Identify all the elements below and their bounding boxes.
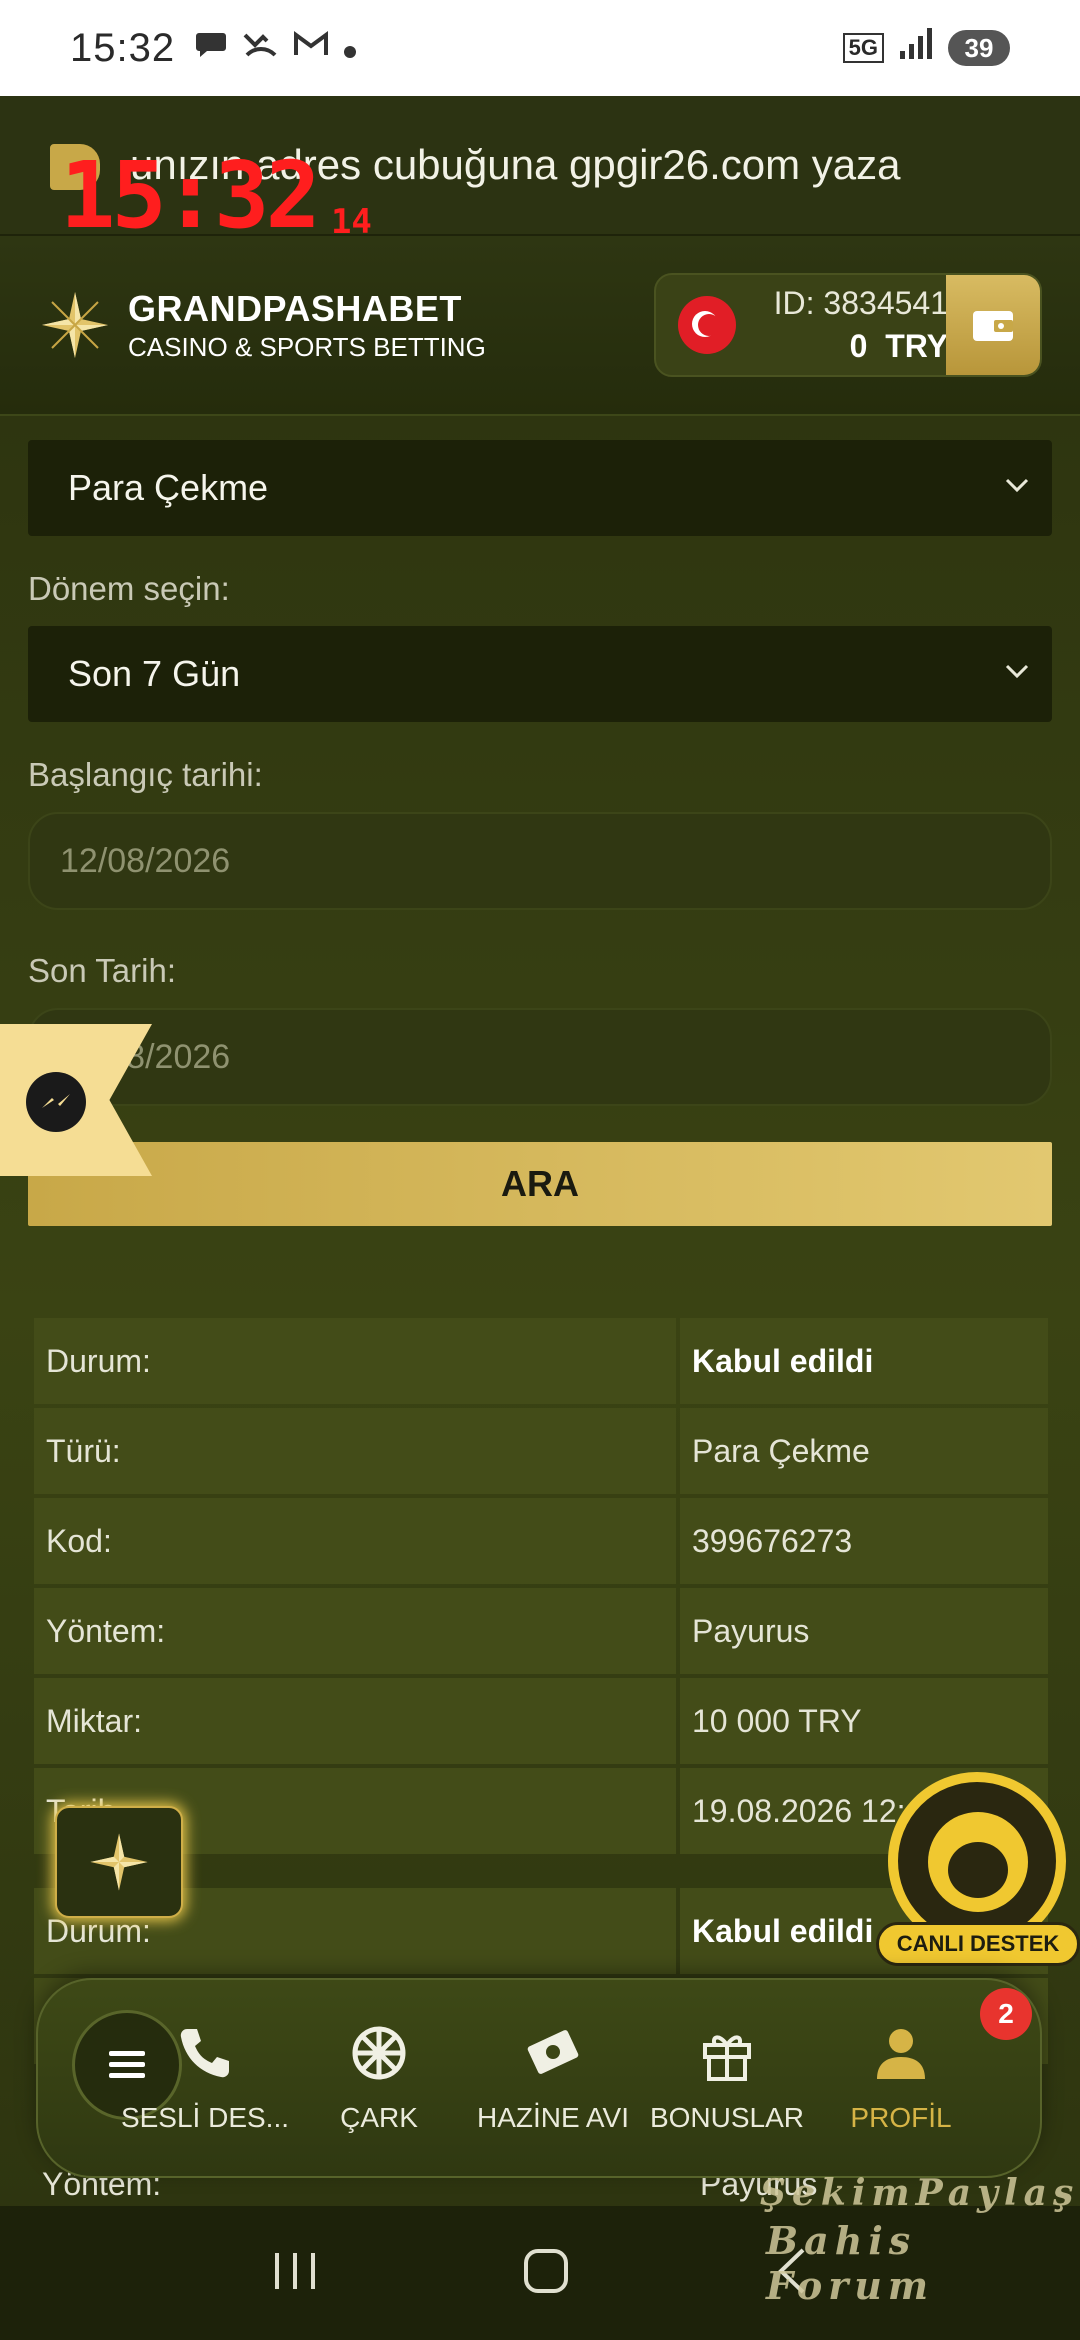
nav-treasure-hunt[interactable]: HAZİNE AVI xyxy=(468,2010,638,2134)
row-key: Miktar: xyxy=(34,1678,676,1764)
chat-icon xyxy=(195,29,229,68)
row-key: Yöntem: xyxy=(34,1588,676,1674)
app-header: GRANDPASHABET CASINO & SPORTS BETTING ID… xyxy=(0,236,1080,416)
end-date-input[interactable]: 19/08/2026 xyxy=(28,1008,1052,1106)
account-id: ID: 3834541 xyxy=(773,285,948,321)
row-value: 399676273 xyxy=(680,1498,1048,1584)
start-date-placeholder: 12/08/2026 xyxy=(60,841,231,880)
live-support-button[interactable]: CANLI DESTEK xyxy=(876,1772,1080,1976)
table-row: Durum: Kabul edildi xyxy=(34,1318,1048,1404)
nav-profile[interactable]: PROFİL xyxy=(816,2010,986,2134)
missed-call-icon xyxy=(243,29,279,68)
recent-apps-icon[interactable] xyxy=(271,2249,319,2298)
transaction-type-value: Para Çekme xyxy=(68,467,269,508)
star-logo-icon xyxy=(90,1833,148,1891)
brand-name: GRANDPASHABET xyxy=(128,287,462,329)
table-row: Kod: 399676273 xyxy=(34,1498,1048,1584)
brand-logo[interactable]: GRANDPASHABET CASINO & SPORTS BETTING xyxy=(38,288,486,363)
row-key: Türü: xyxy=(34,1408,676,1494)
chevron-down-icon xyxy=(1005,664,1029,679)
wheel-icon xyxy=(352,2026,406,2080)
row-value: 10 000 TRY xyxy=(680,1678,1048,1764)
gmail-icon xyxy=(293,29,329,68)
start-date-input[interactable]: 12/08/2026 xyxy=(28,812,1052,910)
row-value: Para Çekme xyxy=(680,1408,1048,1494)
gift-icon xyxy=(703,2035,751,2081)
overlay-clock-time: 15:32 xyxy=(60,142,321,249)
nav-label: SESLİ DES... xyxy=(120,2102,290,2133)
period-select[interactable]: Son 7 Gün xyxy=(28,626,1052,722)
period-value: Son 7 Gün xyxy=(68,653,241,694)
battery-indicator: 39 xyxy=(948,30,1010,66)
transaction-type-select[interactable]: Para Çekme xyxy=(28,440,1052,536)
phone-icon xyxy=(180,2029,229,2078)
turkey-flag-icon xyxy=(678,296,736,354)
user-icon xyxy=(877,2029,925,2079)
notification-icons xyxy=(195,29,357,68)
chevron-down-icon xyxy=(1005,478,1029,493)
row-key: Durum: xyxy=(34,1318,676,1404)
headset-agent-icon xyxy=(928,1812,1028,1912)
row-value: Payurus xyxy=(680,1588,1048,1674)
account-balance-panel[interactable]: ID: 3834541 0 TRY xyxy=(654,273,1042,377)
star-logo-icon xyxy=(42,292,108,358)
end-date-label: Son Tarih: xyxy=(28,952,176,989)
table-row: Türü: Para Çekme xyxy=(34,1408,1048,1494)
table-row: Miktar: 10 000 TRY xyxy=(34,1678,1048,1764)
watermark-line1: ŞekimPaylaş xyxy=(760,2172,1080,2214)
nav-wheel[interactable]: ÇARK xyxy=(294,2010,464,2134)
start-date-label: Başlangıç tarihi: xyxy=(28,756,263,793)
screen-recorder-clock: 15:32 14 xyxy=(60,150,372,242)
nav-label: PROFİL xyxy=(850,2102,952,2133)
nav-label: HAZİNE AVI xyxy=(477,2102,629,2133)
home-icon[interactable] xyxy=(521,2246,571,2301)
brand-tagline: CASINO & SPORTS BETTING xyxy=(128,331,486,362)
balance-amount: 0 xyxy=(849,328,868,364)
balance-currency: TRY xyxy=(885,328,948,364)
messenger-icon xyxy=(26,1072,86,1132)
bottom-navigation: SESLİ DES... ÇARK HAZİNE AVI BONUSLAR PR… xyxy=(36,1978,1042,2178)
nav-label: ÇARK xyxy=(340,2102,418,2133)
live-support-label: CANLI DESTEK xyxy=(876,1922,1080,1966)
money-icon xyxy=(527,2030,579,2074)
nav-bonuses[interactable]: BONUSLAR xyxy=(642,2010,812,2134)
watermark-line2: Bahis Forum xyxy=(766,2218,935,2308)
wallet-icon xyxy=(973,311,1013,341)
search-button[interactable]: ARA xyxy=(28,1142,1052,1226)
nav-voice-support[interactable]: SESLİ DES... xyxy=(120,2010,290,2134)
account-balance: 0 TRY xyxy=(850,328,948,365)
period-label: Dönem seçin: xyxy=(28,570,230,607)
network-5g-icon: 5G xyxy=(842,33,884,63)
row-key: Kod: xyxy=(34,1498,676,1584)
profile-notification-badge: 2 xyxy=(980,1988,1032,2040)
status-value: Kabul edildi xyxy=(680,1318,1048,1404)
dot-icon xyxy=(343,29,357,68)
wallet-button[interactable] xyxy=(946,275,1040,375)
home-logo-button[interactable] xyxy=(55,1806,183,1918)
status-time: 15:32 xyxy=(70,25,176,70)
status-bar: 15:32 5G 39 xyxy=(0,0,1080,96)
forum-watermark: ŞekimPaylaş Bahis Forum xyxy=(760,2172,1080,2308)
nav-label: BONUSLAR xyxy=(649,2102,805,2133)
signal-icon xyxy=(898,25,934,71)
table-row: Yöntem: Payurus xyxy=(34,1588,1048,1674)
